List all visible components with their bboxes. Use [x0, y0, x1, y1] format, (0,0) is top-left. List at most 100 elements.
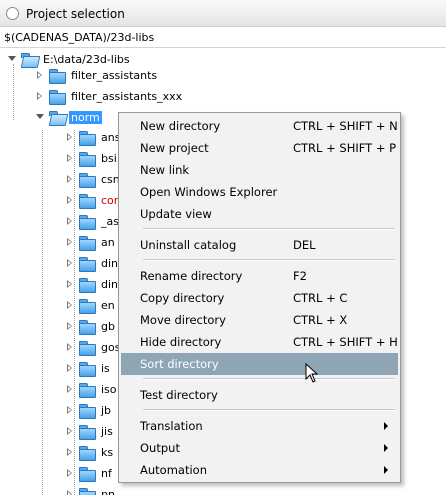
- expand-arrow-icon[interactable]: [64, 278, 76, 290]
- expand-arrow-icon[interactable]: [64, 173, 76, 185]
- tree-node-label: jis: [101, 424, 113, 438]
- folder-icon: [79, 298, 96, 314]
- menu-item-label: Move directory: [140, 313, 226, 327]
- expand-arrow-icon[interactable]: [64, 215, 76, 227]
- submenu-arrow-icon: [384, 466, 388, 474]
- tree-node-filter-assistants-xxx[interactable]: filter_assistants_xxx: [34, 85, 184, 107]
- menu-item-translation[interactable]: Translation: [121, 415, 398, 437]
- expand-arrow-icon[interactable]: [64, 362, 76, 374]
- menu-separator: [143, 259, 395, 261]
- tree-node-child[interactable]: ansi: [64, 126, 126, 148]
- tree-node-label: iso: [101, 382, 117, 396]
- tree-node-filter-assistants[interactable]: filter_assistants: [34, 64, 159, 86]
- menu-item-copy-directory[interactable]: Copy directory CTRL + C: [121, 287, 398, 309]
- tree-node-label: din: [101, 256, 119, 270]
- title-bar: Project selection: [0, 0, 446, 27]
- expand-arrow-icon[interactable]: [64, 131, 76, 143]
- context-menu: New directory CTRL + SHIFT + N New proje…: [118, 112, 401, 483]
- expand-arrow-icon[interactable]: [64, 236, 76, 248]
- menu-item-sort-directory[interactable]: Sort directory: [121, 353, 398, 375]
- folder-icon: [79, 130, 96, 146]
- menu-item-uninstall-catalog[interactable]: Uninstall catalog DEL: [121, 234, 398, 256]
- menu-item-output[interactable]: Output: [121, 437, 398, 459]
- expand-arrow-icon[interactable]: [64, 257, 76, 269]
- menu-item-automation[interactable]: Automation: [121, 459, 398, 481]
- menu-item-shortcut: CTRL + C: [293, 291, 348, 305]
- folder-icon: [79, 151, 96, 167]
- expand-arrow-icon[interactable]: [64, 299, 76, 311]
- open-folder-icon: [49, 110, 65, 124]
- tree-node-child[interactable]: nf: [64, 462, 114, 484]
- expand-arrow-icon[interactable]: [34, 90, 46, 102]
- expand-arrow-icon[interactable]: [64, 320, 76, 332]
- menu-item-label: New link: [140, 163, 190, 177]
- tree-node-child[interactable]: iso: [64, 378, 119, 400]
- menu-item-label: New directory: [140, 119, 221, 133]
- tree-node-child[interactable]: pn: [64, 483, 117, 495]
- expand-arrow-icon[interactable]: [64, 404, 76, 416]
- expand-arrow-icon[interactable]: [64, 446, 76, 458]
- window-title: Project selection: [26, 7, 125, 21]
- tree-node-child[interactable]: din: [64, 252, 120, 274]
- folder-icon: [79, 214, 96, 230]
- menu-item-new-link[interactable]: New link: [121, 159, 398, 181]
- folder-icon: [79, 319, 96, 335]
- tree-node-child[interactable]: an: [64, 231, 117, 253]
- path-bar: [0, 27, 446, 48]
- menu-item-new-project[interactable]: New project CTRL + SHIFT + P: [121, 137, 398, 159]
- menu-item-shortcut: CTRL + SHIFT + N: [293, 119, 398, 133]
- expand-arrow-icon[interactable]: [64, 383, 76, 395]
- menu-item-label: Open Windows Explorer: [140, 185, 278, 199]
- tree-node-child[interactable]: gb: [64, 315, 117, 337]
- tree-node-label: norm: [69, 110, 102, 124]
- folder-icon: [79, 172, 96, 188]
- menu-item-test-directory[interactable]: Test directory: [121, 384, 398, 406]
- folder-icon: [49, 89, 66, 105]
- expand-arrow-icon[interactable]: [64, 152, 76, 164]
- tree-node-label: bsi: [101, 151, 117, 165]
- tree-node-norm[interactable]: norm: [34, 106, 102, 128]
- menu-item-new-directory[interactable]: New directory CTRL + SHIFT + N: [121, 115, 398, 137]
- tree-node-label: en: [101, 298, 115, 312]
- expand-arrow-icon[interactable]: [6, 53, 18, 65]
- folder-icon: [79, 424, 96, 440]
- submenu-arrow-icon: [384, 422, 388, 430]
- expand-arrow-icon[interactable]: [64, 425, 76, 437]
- expand-arrow-icon[interactable]: [64, 488, 76, 495]
- folder-icon: [79, 256, 96, 272]
- tree-node-label: nf: [101, 466, 112, 480]
- tree-node-label: jb: [101, 403, 112, 417]
- folder-icon: [79, 403, 96, 419]
- expand-arrow-icon[interactable]: [34, 69, 46, 81]
- expand-arrow-icon[interactable]: [64, 341, 76, 353]
- menu-item-label: Rename directory: [140, 269, 243, 283]
- menu-separator: [143, 409, 395, 411]
- folder-icon: [79, 235, 96, 251]
- menu-item-hide-directory[interactable]: Hide directory CTRL + SHIFT + H: [121, 331, 398, 353]
- tree-node-child[interactable]: ks: [64, 441, 115, 463]
- menu-item-rename-directory[interactable]: Rename directory F2: [121, 265, 398, 287]
- expand-arrow-icon[interactable]: [64, 194, 76, 206]
- tree-node-child[interactable]: din_: [64, 273, 126, 295]
- folder-icon: [79, 340, 96, 356]
- menu-item-open-windows-explorer[interactable]: Open Windows Explorer: [121, 181, 398, 203]
- menu-item-shortcut: F2: [293, 269, 307, 283]
- expand-arrow-icon[interactable]: [34, 111, 46, 123]
- menu-item-shortcut: DEL: [293, 238, 316, 252]
- tree-node-child[interactable]: en: [64, 294, 117, 316]
- menu-separator: [143, 378, 395, 380]
- tree-node-label: gb: [101, 319, 115, 333]
- tree-node-child[interactable]: is: [64, 357, 112, 379]
- menu-item-shortcut: CTRL + SHIFT + P: [293, 141, 397, 155]
- tree-node-child[interactable]: jb: [64, 399, 113, 421]
- tree-node-child[interactable]: csn: [64, 168, 122, 190]
- menu-item-update-view[interactable]: Update view: [121, 203, 398, 225]
- tree-node-child[interactable]: jis: [64, 420, 115, 442]
- menu-item-label: Hide directory: [140, 335, 222, 349]
- folder-icon: [79, 193, 96, 209]
- path-input[interactable]: [0, 27, 446, 47]
- expand-arrow-icon[interactable]: [64, 467, 76, 479]
- menu-item-move-directory[interactable]: Move directory CTRL + X: [121, 309, 398, 331]
- tree-node-child[interactable]: bsi: [64, 147, 119, 169]
- folder-icon: [79, 277, 96, 293]
